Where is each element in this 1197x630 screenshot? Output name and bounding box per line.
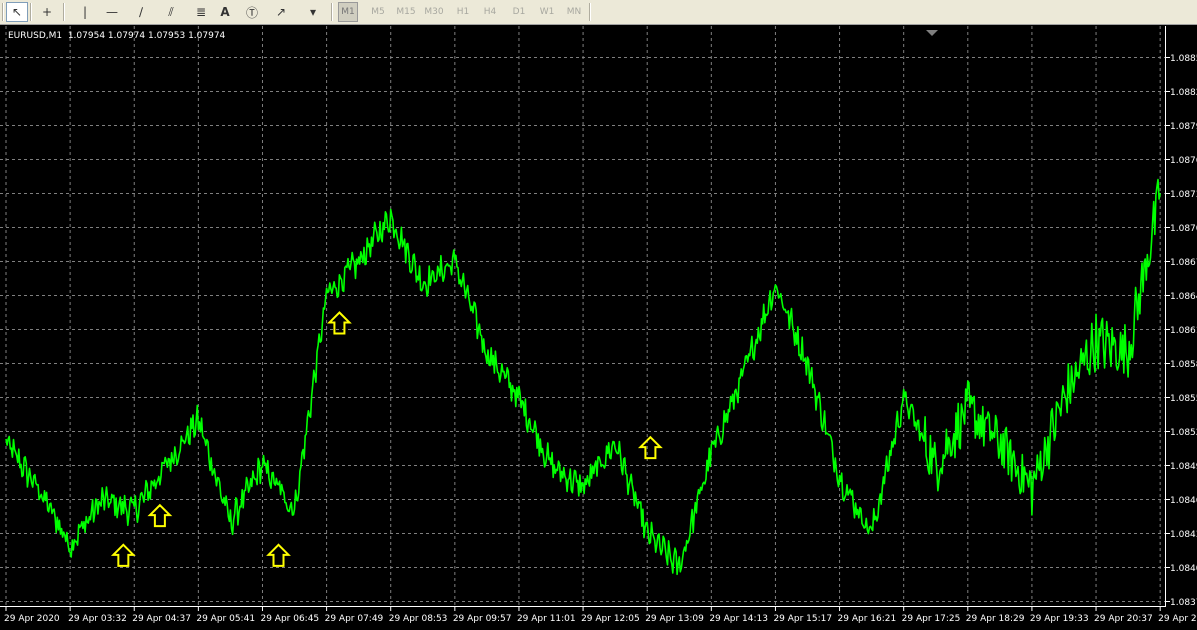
time-axis-label: 29 Apr 13:09 xyxy=(645,614,704,624)
text-icon: A xyxy=(220,5,230,19)
vertical-line-icon: | xyxy=(82,5,88,19)
price-axis-label: 1.0843 xyxy=(1170,530,1197,540)
toolbar-separator xyxy=(2,3,4,21)
price-axis-label: 1.0879 xyxy=(1170,122,1197,132)
time-axis-label: 29 Apr 08:53 xyxy=(389,614,448,624)
price-axis-label: 1.0864 xyxy=(1170,292,1197,302)
symbol-info: EURUSD,M1 1.07954 1.07974 1.07953 1.0797… xyxy=(8,31,226,41)
buy-arrow-marker xyxy=(637,435,663,460)
toolbar-separator xyxy=(331,3,333,21)
price-axis-label: 1.0858 xyxy=(1170,360,1197,370)
equidistant-channel-tool-button[interactable]: ⫽ xyxy=(160,2,182,22)
timeframe-button-d1[interactable]: D1 xyxy=(508,2,530,22)
fibonacci-fan-icon: ↗ xyxy=(275,5,287,19)
price-axis-label: 1.0873 xyxy=(1170,190,1197,200)
time-axis-label: 29 Apr 2020 xyxy=(4,614,60,624)
price-axis-label: 1.0840 xyxy=(1170,564,1197,574)
chart-grid xyxy=(0,26,1166,607)
price-axis: 1.0885 1.0882 1.0879 1.0876 1.0873 1.0870 1.08… xyxy=(1166,54,1197,608)
price-axis-label: 1.0861 xyxy=(1170,326,1197,336)
time-axis-label: 29 Apr 09:57 xyxy=(453,614,512,624)
price-axis-label: 1.0882 xyxy=(1170,88,1197,98)
timeframe-button-m1[interactable]: M1 xyxy=(338,2,358,22)
timeframe-button-mn[interactable]: MN xyxy=(562,2,586,22)
time-axis-label: 29 Apr 07:49 xyxy=(325,614,384,624)
buy-arrow-marker xyxy=(327,311,352,335)
toolbar-separator xyxy=(63,3,65,21)
price-axis-label: 1.0846 xyxy=(1170,496,1197,506)
time-axis-label: 29 Apr 14:13 xyxy=(709,614,768,624)
time-axis: 29 Apr 2020 29 Apr 03:32 29 Apr 04:37 29 Ap… xyxy=(4,607,1197,624)
horizontal-line-tool-button[interactable]: — xyxy=(101,2,123,22)
timeframe-button-m15[interactable]: M15 xyxy=(394,2,418,22)
time-axis-label: 29 Apr 18:29 xyxy=(966,614,1025,624)
price-axis-label: 1.0870 xyxy=(1170,224,1197,234)
cursor-tool-button[interactable]: ↖ xyxy=(6,2,28,22)
price-axis-label: 1.0852 xyxy=(1170,428,1197,438)
vertical-line-tool-button[interactable]: | xyxy=(74,2,96,22)
time-axis-label: 29 Apr 16:21 xyxy=(838,614,897,624)
equidistant-channel-icon: ⫽ xyxy=(168,4,174,19)
price-axis-label: 1.0849 xyxy=(1170,462,1197,472)
buy-arrow-marker xyxy=(266,543,291,567)
buy-arrow-marker xyxy=(110,543,136,567)
buy-arrow-marker xyxy=(147,503,173,528)
text-label-icon: Ⓣ xyxy=(245,5,258,20)
toolbar-separator xyxy=(30,3,32,21)
horizontal-line-icon: — xyxy=(106,5,118,19)
price-chart[interactable]: 1.0885 1.0882 1.0879 1.0876 1.0873 1.0870 1.08… xyxy=(0,26,1197,630)
time-axis-label: 29 Apr 04:37 xyxy=(132,614,191,624)
fibonacci-fan-tool-button[interactable]: ↗ xyxy=(270,2,292,22)
arrows-menu-tool-button[interactable]: ▾ xyxy=(302,2,324,22)
chart-shift-marker[interactable] xyxy=(926,30,938,36)
price-axis-label: 1.0867 xyxy=(1170,258,1197,268)
price-axis-label: 1.0837 xyxy=(1170,598,1197,608)
text-label-tool-button[interactable]: Ⓣ xyxy=(241,2,263,22)
time-axis-label: 29 Apr 19:33 xyxy=(1030,614,1089,624)
signal-arrows-layer xyxy=(110,311,663,567)
time-axis-label: 29 Apr 15:17 xyxy=(773,614,832,624)
drawing-toolbar: ↖ + | — ∕ ⫽ ≣ A Ⓣ ↗ ▾ M1 M5 M15 M30 H1 H4 D1 W1 MN xyxy=(0,0,1197,25)
fibonacci-retracement-icon: ≣ xyxy=(195,5,207,19)
timeframe-button-h4[interactable]: H4 xyxy=(479,2,501,22)
time-axis-label: 29 Apr 12:05 xyxy=(581,614,640,624)
arrows-menu-icon: ▾ xyxy=(309,5,317,19)
trendline-tool-button[interactable]: ∕ xyxy=(130,2,152,22)
time-axis-label: 29 Apr 21: xyxy=(1158,614,1197,624)
time-axis-label: 29 Apr 20:37 xyxy=(1094,614,1153,624)
time-axis-label: 29 Apr 11:01 xyxy=(517,614,576,624)
price-axis-label: 1.0855 xyxy=(1170,394,1197,404)
time-axis-label: 29 Apr 17:25 xyxy=(902,614,961,624)
timeframe-button-w1[interactable]: W1 xyxy=(536,2,558,22)
toolbar-separator xyxy=(589,3,591,21)
text-tool-button[interactable]: A xyxy=(214,2,236,22)
time-axis-label: 29 Apr 05:41 xyxy=(196,614,255,624)
time-axis-label: 29 Apr 06:45 xyxy=(260,614,319,624)
timeframe-button-m5[interactable]: M5 xyxy=(366,2,390,22)
price-axis-label: 1.0876 xyxy=(1170,156,1197,166)
price-axis-label: 1.0885 xyxy=(1170,54,1197,64)
timeframe-button-h1[interactable]: H1 xyxy=(452,2,474,22)
crosshair-tool-button[interactable]: + xyxy=(36,2,58,22)
crosshair-icon: + xyxy=(41,5,53,19)
timeframe-button-m30[interactable]: M30 xyxy=(422,2,446,22)
time-axis-label: 29 Apr 03:32 xyxy=(68,614,127,624)
trendline-icon: ∕ xyxy=(138,5,144,19)
fibonacci-retracement-tool-button[interactable]: ≣ xyxy=(190,2,212,22)
cursor-icon: ↖ xyxy=(11,5,23,19)
